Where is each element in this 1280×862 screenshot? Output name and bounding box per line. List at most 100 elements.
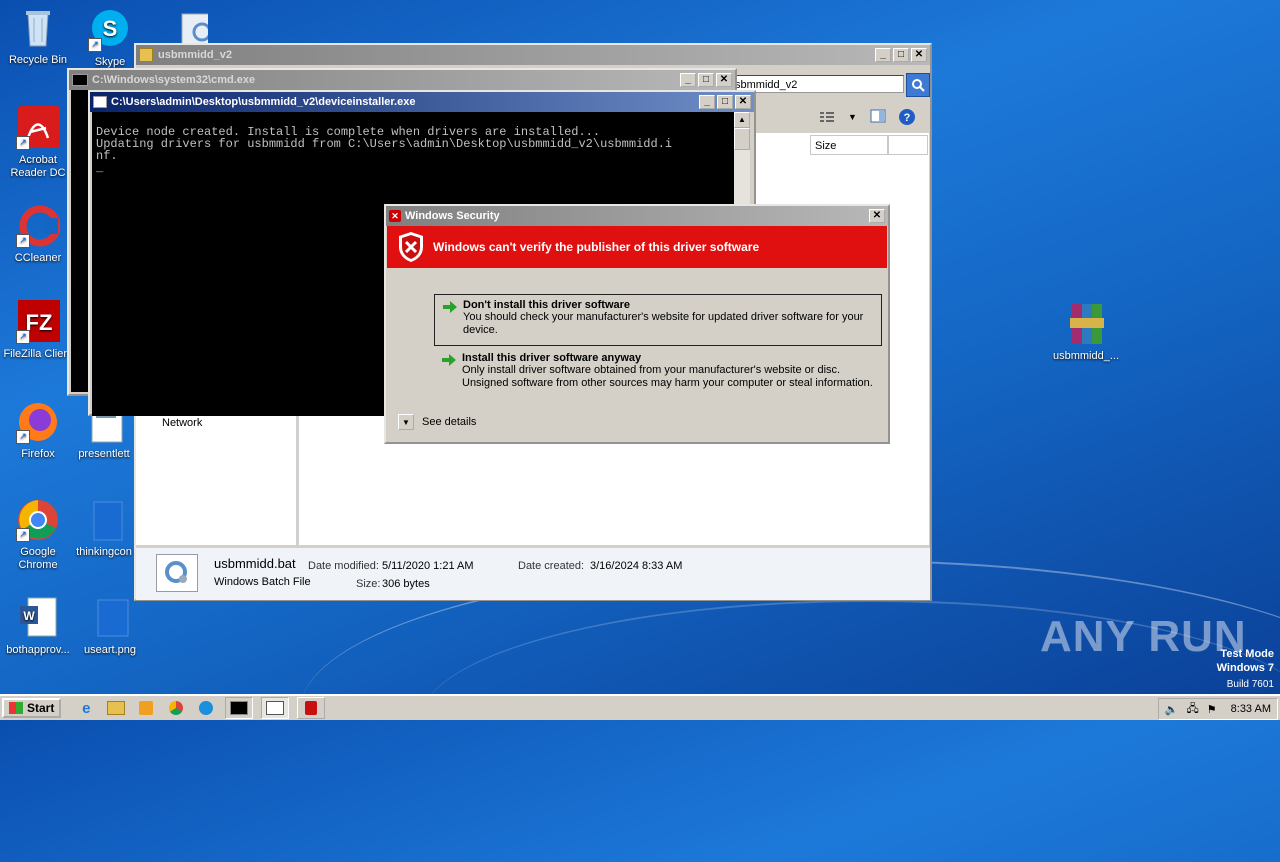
firefox-icon: ↗ — [16, 400, 60, 444]
console-icon — [230, 701, 249, 715]
internet-explorer-icon: e — [82, 699, 91, 717]
scroll-thumb[interactable] — [734, 128, 750, 150]
desktop-icon-label: Firefox — [21, 448, 55, 460]
option-description: Only install driver software obtained fr… — [462, 364, 873, 389]
console-icon — [72, 74, 88, 86]
search-icon — [912, 79, 925, 92]
winrar-archive-icon — [1064, 302, 1108, 346]
desktop-icon-label: usbmmidd_... — [1052, 350, 1120, 362]
console-line: nf. — [96, 149, 118, 163]
details-created-value: 3/16/2024 8:33 AM — [590, 560, 683, 572]
windows-logo-icon — [9, 702, 23, 714]
desktop-icon-recycle-bin[interactable]: Recycle Bin — [0, 6, 76, 67]
flag-icon[interactable]: ⚑ — [1207, 703, 1217, 716]
chevron-down-icon: ▼ — [848, 112, 857, 122]
svg-text:S: S — [103, 16, 118, 41]
cmd-background-title-bar[interactable]: C:\Windows\system32\cmd.exe _ □ ✕ — [69, 70, 735, 90]
red-shield-icon — [399, 232, 423, 262]
security-title-bar[interactable]: ✕ Windows Security ✕ — [386, 206, 888, 226]
close-button[interactable]: ✕ — [735, 95, 751, 109]
taskbar-deviceinstaller[interactable] — [261, 697, 290, 719]
console-cursor: _ — [96, 161, 104, 175]
maximize-button[interactable]: □ — [717, 95, 733, 109]
os-label: Windows 7 — [1216, 662, 1274, 674]
media-player-icon — [139, 701, 154, 715]
close-button[interactable]: ✕ — [716, 73, 732, 87]
start-button[interactable]: Start — [2, 698, 62, 718]
details-filename: usbmmidd.bat — [214, 556, 296, 571]
security-title: Windows Security — [405, 210, 500, 222]
image-file-icon — [88, 596, 132, 640]
see-details-toggle[interactable]: ▼ See details — [398, 414, 476, 430]
desktop-icon-label: Recycle Bin — [8, 54, 68, 66]
preview-pane-button[interactable] — [870, 109, 888, 125]
view-options-button[interactable]: ▼ — [818, 109, 858, 125]
skype-icon: S ↗ — [88, 8, 132, 52]
warning-headline: Windows can't verify the publisher of th… — [433, 240, 760, 254]
dont-install-option[interactable]: Don't install this driver software You s… — [434, 294, 882, 346]
details-filetype: Windows Batch File — [214, 576, 311, 588]
network-icon[interactable]: 🖧 — [1187, 700, 1199, 719]
desktop-icon-bothapprov[interactable]: W bothapprov... — [0, 596, 76, 657]
column-header-extra[interactable] — [888, 135, 928, 155]
taskbar-edge[interactable] — [195, 698, 217, 718]
scroll-up-button[interactable]: ▲ — [734, 112, 750, 128]
view-list-icon — [820, 112, 834, 122]
anyrun-watermark: ANY RUN — [1040, 612, 1247, 661]
desktop-icon-label: useart.png — [84, 644, 136, 656]
svg-text:?: ? — [904, 112, 911, 124]
details-modified-value: 5/11/2020 1:21 AM — [382, 560, 474, 572]
desktop-icon-thinkingcon[interactable]: thinkingcon — [66, 498, 142, 559]
taskbar-media-player[interactable] — [135, 698, 157, 718]
deviceinstaller-title-bar[interactable]: C:\Users\admin\Desktop\usbmmidd_v2\devic… — [90, 92, 754, 112]
search-button[interactable] — [906, 73, 930, 97]
folder-icon — [139, 48, 153, 62]
cmd-background-console[interactable] — [71, 90, 89, 392]
chrome-icon: ↗ — [16, 498, 60, 542]
desktop-icon-label: FileZilla Client — [3, 348, 73, 360]
install-anyway-option[interactable]: Install this driver software anyway Only… — [434, 348, 882, 398]
taskbar-chrome[interactable] — [165, 698, 187, 718]
option-title: Install this driver software anyway — [462, 352, 642, 364]
minimize-button[interactable]: _ — [699, 95, 715, 109]
close-button[interactable]: ✕ — [911, 48, 927, 62]
help-button[interactable]: ? — [898, 108, 916, 126]
folder-icon — [107, 701, 126, 715]
explorer-title-bar[interactable]: usbmmidd_v2 _ □ ✕ — [136, 45, 930, 65]
minimize-button[interactable]: _ — [875, 48, 891, 62]
start-label: Start — [27, 701, 55, 715]
desktop-icon-firefox[interactable]: ↗ Firefox — [0, 400, 76, 461]
desktop-icon-ccleaner[interactable]: ↗ CCleaner — [0, 204, 76, 265]
navigation-pane[interactable]: Network — [136, 415, 297, 545]
desktop-icon-usbmmidd-archive[interactable]: usbmmidd_... — [1048, 302, 1124, 363]
desktop-icon-label: bothapprov... — [6, 644, 70, 656]
deviceinstaller-title: C:\Users\admin\Desktop\usbmmidd_v2\devic… — [111, 96, 416, 108]
desktop-icon-acrobat[interactable]: ↗ Acrobat Reader DC — [0, 106, 76, 180]
network-nav-item[interactable]: Network — [162, 417, 202, 429]
maximize-button[interactable]: □ — [698, 73, 714, 87]
desktop-icon-chrome[interactable]: ↗ Google Chrome — [0, 498, 76, 572]
green-arrow-icon — [442, 354, 456, 366]
close-button[interactable]: ✕ — [869, 209, 885, 223]
minimize-button[interactable]: _ — [680, 73, 696, 87]
svg-text:W: W — [23, 609, 35, 623]
desktop-icon-filezilla[interactable]: FZ ↗ FileZilla Client — [0, 300, 76, 361]
taskbar-explorer[interactable] — [105, 698, 127, 718]
details-modified-label: Date modified: — [308, 560, 379, 572]
shield-error-icon — [305, 701, 318, 715]
acrobat-icon: ↗ — [16, 106, 60, 150]
taskbar-cmd[interactable] — [225, 697, 254, 719]
windows-security-dialog[interactable]: ✕ Windows Security ✕ Windows can't verif… — [384, 204, 890, 444]
desktop-icon-useart[interactable]: useart.png — [72, 596, 148, 657]
address-bar[interactable]: sbmmidd_v2 — [732, 75, 904, 93]
details-size-value: 306 bytes — [382, 578, 430, 590]
desktop-icon-label: Acrobat Reader DC — [10, 154, 66, 179]
taskbar-ie[interactable]: e — [75, 698, 97, 718]
taskbar-security-dialog[interactable] — [297, 697, 326, 719]
clock[interactable]: 8:33 AM — [1231, 703, 1271, 715]
maximize-button[interactable]: □ — [893, 48, 909, 62]
column-header-size[interactable]: Size — [810, 135, 888, 155]
ccleaner-icon: ↗ — [16, 204, 61, 248]
system-tray: 🔈 🖧 ⚑ 8:33 AM — [1157, 698, 1278, 720]
volume-icon[interactable]: 🔈 — [1165, 703, 1179, 716]
